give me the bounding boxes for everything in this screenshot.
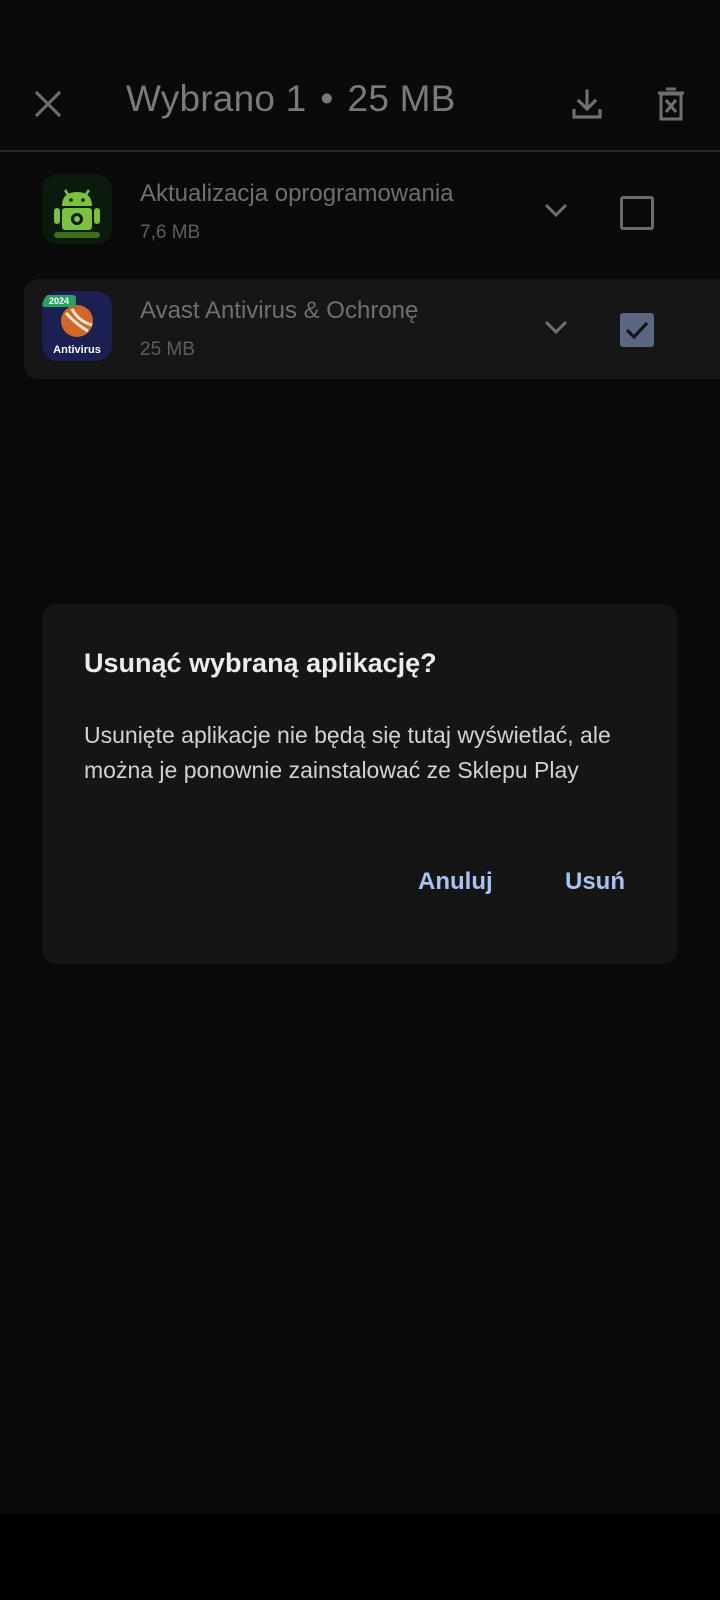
screen: Wybrano 1 • 25 MB Aktualizacja oprogramo…	[0, 0, 720, 1600]
remove-button[interactable]: Usuń	[557, 858, 633, 906]
icon-label-text: Antivirus	[53, 344, 101, 356]
confirm-delete-dialog: Usunąć wybraną aplikację? Usunięte aplik…	[42, 604, 677, 964]
top-app-bar: Wybrano 1 • 25 MB	[0, 0, 720, 152]
cancel-button[interactable]: Anuluj	[410, 858, 501, 906]
chevron-down-icon	[544, 320, 568, 335]
expand-button[interactable]	[536, 190, 576, 230]
android-update-icon	[42, 174, 112, 244]
download-icon	[572, 89, 602, 119]
system-navigation-bar	[0, 1514, 720, 1600]
close-icon	[34, 90, 62, 118]
separator-dot: •	[320, 78, 334, 119]
app-list-item-selected[interactable]: 2024 Antivirus Avast Antivirus & Ochronę…	[24, 279, 720, 379]
dialog-title: Usunąć wybraną aplikację?	[84, 648, 437, 678]
chevron-down-icon	[544, 203, 568, 218]
antivirus-app-icon: 2024 Antivirus	[42, 291, 112, 361]
selection-summary: Wybrano 1 • 25 MB	[126, 78, 455, 120]
download-button[interactable]	[559, 76, 615, 132]
select-checkbox[interactable]	[620, 196, 654, 230]
app-size: 25 MB	[140, 339, 195, 360]
dialog-message: Usunięte aplikacje nie będą się tutaj wy…	[84, 722, 611, 783]
selected-count-label: Wybrano 1	[126, 78, 307, 119]
app-title: Aktualizacja oprogramowania	[140, 180, 454, 207]
selected-size-label: 25 MB	[347, 78, 456, 119]
app-list-item[interactable]: Aktualizacja oprogramowania 7,6 MB	[24, 162, 720, 262]
delete-icon	[658, 87, 684, 121]
select-checkbox-checked[interactable]	[620, 313, 654, 347]
close-button[interactable]	[20, 76, 76, 132]
expand-button[interactable]	[536, 307, 576, 347]
delete-button[interactable]	[643, 76, 699, 132]
checkmark-icon	[625, 321, 649, 340]
app-size: 7,6 MB	[140, 222, 201, 243]
icon-badge-text: 2024	[49, 296, 69, 306]
app-title: Avast Antivirus & Ochronę	[140, 297, 419, 324]
